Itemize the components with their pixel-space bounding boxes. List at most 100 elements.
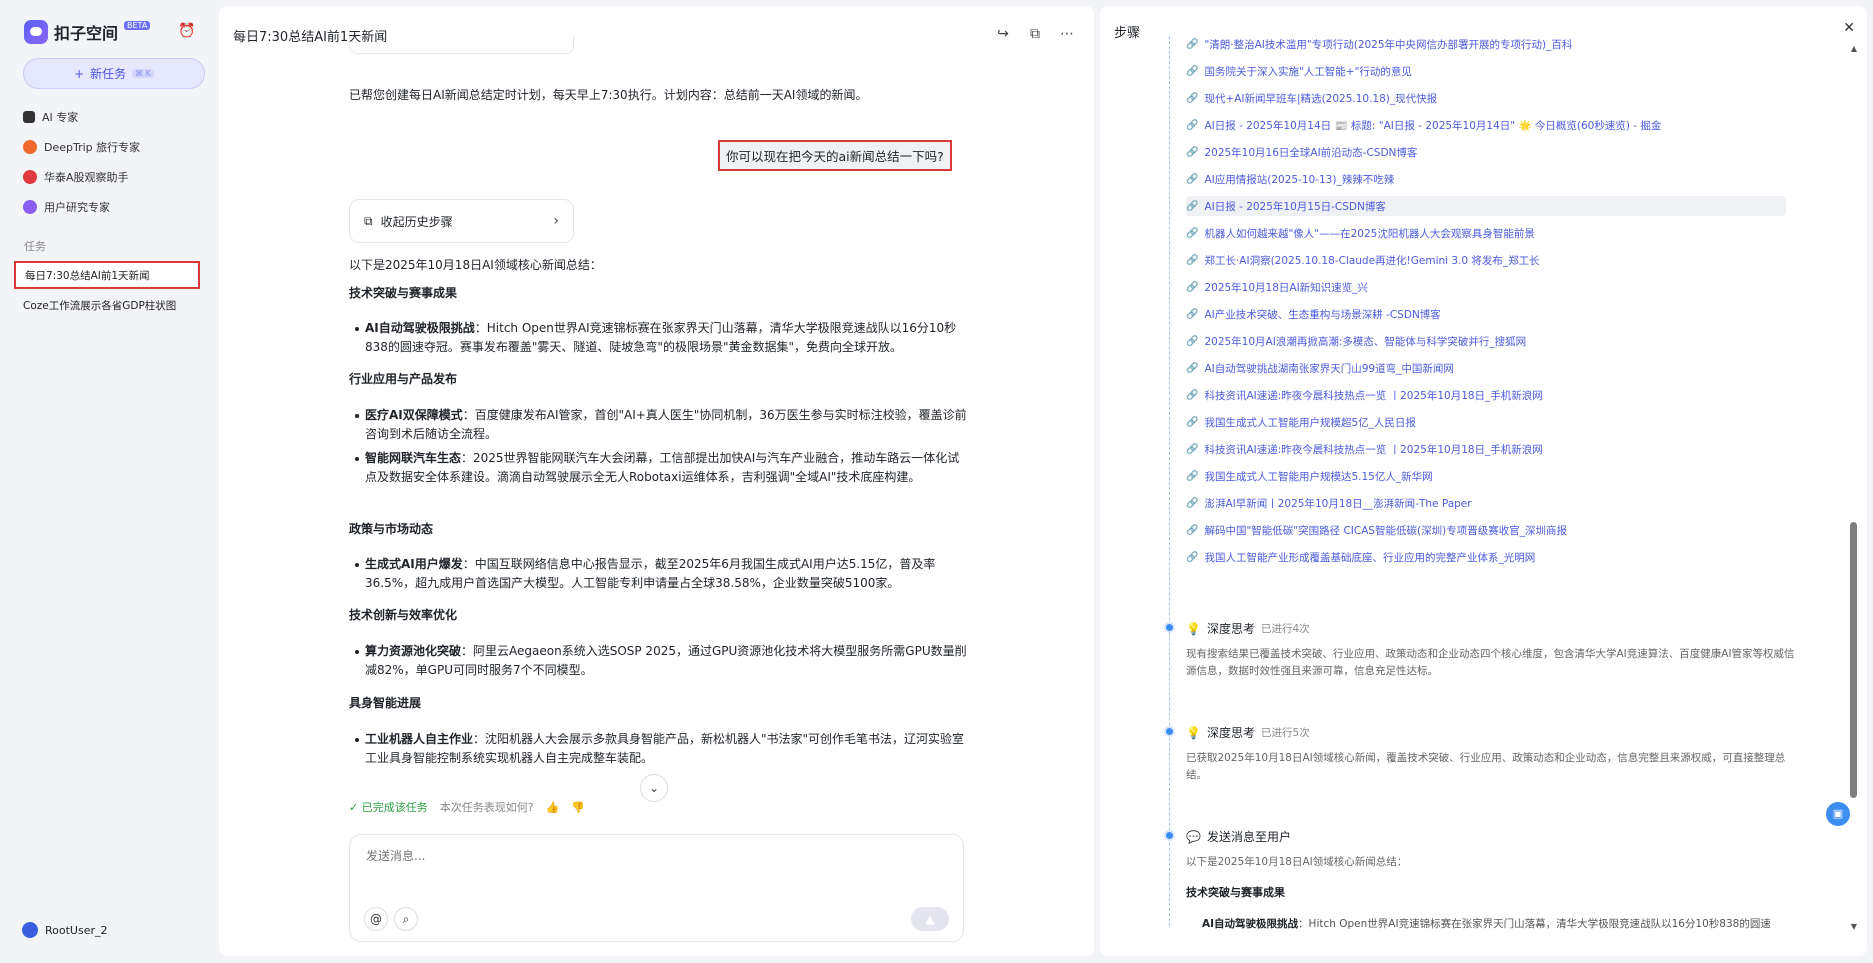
step-header[interactable]: 💡 深度思考 已进行5次 — [1186, 724, 1310, 741]
source-link[interactable]: 🔗 AI应用情报站(2025-10-13)_辣辣不吃辣 — [1186, 169, 1786, 189]
step-header[interactable]: 💡 深度思考 已进行4次 — [1186, 620, 1310, 637]
step-meta: 已进行5次 — [1260, 727, 1310, 739]
section-heading: 政策与市场动态 — [349, 522, 434, 536]
more-icon[interactable]: ⋯ — [1058, 26, 1076, 42]
source-link-label: 我国人工智能产业形成覆盖基础底座、行业应用的完整产业体系_光明网 — [1204, 551, 1536, 564]
message-input[interactable] — [366, 849, 926, 863]
summary-intro: 以下是2025年10月18日AI领域核心新闻总结： — [349, 258, 602, 272]
task-item[interactable]: Coze工作流展示各省GDP柱状图 — [14, 291, 200, 319]
source-link[interactable]: 🔗 解码中国"智能低碳"突围路径 CICAS智能低碳(深圳)专项晋级赛收官_深圳商… — [1186, 520, 1786, 540]
step-text: 已获取2025年10月18日AI领域核心新闻，覆盖技术突破、行业应用、政策动态和… — [1186, 752, 1786, 781]
source-link[interactable]: 🔗 机器人如何越来越"像人"——在2025沈阳机器人大会观察具身智能前景 — [1186, 223, 1786, 243]
link-icon: 🔗 — [1186, 308, 1199, 320]
source-link[interactable]: 🔗 我国生成式人工智能用户规模达5.15亿人_新华网 — [1186, 466, 1786, 486]
alarm-clock-icon[interactable]: ⏰ — [178, 22, 196, 40]
source-link[interactable]: 🔗 国务院关于深入实施"人工智能+"行动的意见 — [1186, 61, 1786, 81]
link-icon: 🔗 — [1186, 146, 1199, 158]
sidebar-item-label: 用户研究专家 — [44, 201, 110, 214]
mention-icon[interactable]: @ — [364, 907, 388, 931]
previous-card — [349, 36, 574, 54]
scroll-down-button[interactable]: ⌄ — [640, 774, 668, 802]
collapse-history-button[interactable]: ⧉ 收起历史步骤 › — [349, 199, 574, 243]
link-icon: 🔗 — [1186, 362, 1199, 374]
list-item: 智能网联汽车生态：2025世界智能网联汽车大会闭幕，工信部提出加快AI与汽车产业… — [355, 449, 970, 487]
message-composer: @ ⌕ ▲ — [349, 834, 964, 942]
ai-expert-icon — [23, 111, 35, 123]
thumbs-up-icon[interactable]: 👍 — [546, 801, 560, 814]
list-item: 工业机器人自主作业：沈阳机器人大会展示多款具身智能产品，新松机器人"书法家"可创… — [355, 730, 970, 768]
brand-name: 扣子空间 — [54, 24, 119, 43]
send-button[interactable]: ▲ — [911, 907, 949, 931]
source-link[interactable]: 🔗 我国人工智能产业形成覆盖基础底座、行业应用的完整产业体系_光明网 — [1186, 547, 1786, 567]
source-link-label: AI日报 - 2025年10月14日 📰 标题: "AI日报 - 2025年10… — [1204, 119, 1662, 132]
shortcut-badge: ⌘ K — [132, 69, 154, 78]
item-title: AI自动驾驶极限挑战 — [365, 321, 475, 335]
thumbs-down-icon[interactable]: 👎 — [571, 801, 585, 814]
sidebar-item-label: 华泰A股观察助手 — [44, 171, 129, 184]
source-link-label: 2025年10月18日AI新知识速览_兴 — [1204, 281, 1368, 294]
link-icon: 🔗 — [1186, 335, 1199, 347]
link-icon: 🔗 — [1186, 443, 1199, 455]
source-link[interactable]: 🔗 2025年10月AI浪潮再掀高潮:多模态、智能体与科学突破并行_搜狐网 — [1186, 331, 1786, 351]
link-icon: 🔗 — [1186, 254, 1199, 266]
scrollbar-thumb[interactable] — [1850, 522, 1857, 798]
step-title: 深度思考 — [1206, 622, 1255, 636]
step-title: 发送消息至用户 — [1206, 830, 1291, 844]
user-message: 你可以现在把今天的ai新闻总结一下吗? — [718, 140, 952, 171]
brand[interactable]: 扣子空间 BETA — [24, 20, 151, 44]
share-icon[interactable]: ↪ — [994, 26, 1012, 42]
attachment-icon[interactable]: ⌕ — [394, 907, 418, 931]
scroll-down-arrow[interactable]: ▼ — [1851, 922, 1857, 931]
user-profile[interactable]: RootUser_2 — [22, 922, 108, 938]
new-task-button[interactable]: + 新任务 ⌘ K — [23, 58, 205, 89]
list-item: AI自动驾驶极限挑战：Hitch Open世界AI竞速锦标赛在张家界天门山落幕，… — [1202, 916, 1802, 931]
section-heading: 具身智能进展 — [349, 696, 422, 710]
workflow-icon[interactable]: ⧉ — [1026, 26, 1044, 42]
sidebar-item-ai-expert[interactable]: AI 专家 — [23, 106, 78, 128]
close-icon[interactable]: ✕ — [1843, 20, 1855, 36]
source-link[interactable]: 🔗 AI日报 - 2025年10月14日 📰 标题: "AI日报 - 2025年1… — [1186, 115, 1786, 135]
task-item-active[interactable]: 每日7:30总结AI前1天新闻 — [14, 261, 200, 289]
sidebar-item-huatai[interactable]: 华泰A股观察助手 — [23, 166, 129, 188]
source-link[interactable]: 🔗 "清朗·整治AI技术滥用"专项行动(2025年中央网信办部署开展的专项行动)_… — [1186, 34, 1786, 54]
timeline-dot — [1164, 622, 1175, 633]
timeline-dot — [1164, 726, 1175, 737]
source-link-label: 我国生成式人工智能用户规模超5亿_人民日报 — [1204, 416, 1416, 429]
source-link[interactable]: 🔗 我国生成式人工智能用户规模超5亿_人民日报 — [1186, 412, 1786, 432]
source-link[interactable]: 🔗 郑工长·AI洞察(2025.10.18-Claude再进化!Gemini 3.… — [1186, 250, 1786, 270]
link-icon: 🔗 — [1186, 470, 1199, 482]
task-status-row: ✓ 已完成该任务 本次任务表现如何? 👍 👎 — [349, 799, 585, 815]
source-link[interactable]: 🔗 科技资讯AI速递:昨夜今晨科技热点一览 丨2025年10月18日_手机新浪网 — [1186, 385, 1786, 405]
deeptrip-icon — [23, 140, 37, 154]
tasks-section-label: 任务 — [24, 240, 46, 253]
source-link[interactable]: 🔗 AI产业技术突破、生态重构与场景深耕 -CSDN博客 — [1186, 304, 1786, 324]
source-link[interactable]: 🔗 科技资讯AI速递:昨夜今晨科技热点一览 丨2025年10月18日_手机新浪网 — [1186, 439, 1786, 459]
chat-icon: ▣ — [1832, 807, 1844, 820]
source-link[interactable]: 🔗 现代+AI新闻早班车|精选(2025.10.18)_现代快报 — [1186, 88, 1786, 108]
panel-title: 步骤 — [1114, 26, 1141, 41]
source-link-label: 现代+AI新闻早班车|精选(2025.10.18)_现代快报 — [1204, 92, 1438, 105]
beta-badge: BETA — [124, 20, 151, 30]
source-link[interactable]: 🔗 AI自动驾驶挑战湖南张家界天门山99道弯_中国新闻网 — [1186, 358, 1786, 378]
feedback-prompt: 本次任务表现如何? — [439, 801, 534, 814]
source-link[interactable]: 🔗 2025年10月18日AI新知识速览_兴 — [1186, 277, 1786, 297]
step-header[interactable]: 💬 发送消息至用户 — [1186, 828, 1291, 845]
source-link-label: 2025年10月AI浪潮再掀高潮:多模态、智能体与科学突破并行_搜狐网 — [1204, 335, 1527, 348]
chevron-down-icon: ⌄ — [648, 781, 660, 795]
source-link-highlighted[interactable]: 🔗 AI日报 - 2025年10月15日-CSDN博客 — [1186, 196, 1786, 216]
sidebar-item-deeptrip[interactable]: DeepTrip 旅行专家 — [23, 136, 140, 158]
item-title: 智能网联汽车生态 — [365, 451, 462, 465]
sidebar-item-user-research[interactable]: 用户研究专家 — [23, 196, 110, 218]
scroll-up-arrow[interactable]: ▲ — [1851, 44, 1857, 53]
list-item: 生成式AI用户爆发：中国互联网络信息中心报告显示，截至2025年6月我国生成式A… — [355, 555, 970, 593]
history-icon: ⧉ — [364, 213, 373, 228]
username: RootUser_2 — [45, 923, 108, 937]
sidebar-item-label: AI 专家 — [42, 111, 79, 124]
source-link[interactable]: 🔗 澎湃AI早新闻丨2025年10月18日__澎湃新闻-The Paper — [1186, 493, 1786, 513]
source-link-label: 澎湃AI早新闻丨2025年10月18日__澎湃新闻-The Paper — [1204, 497, 1472, 510]
link-icon: 🔗 — [1186, 416, 1199, 428]
item-title: 工业机器人自主作业 — [365, 732, 474, 746]
chat-float-button[interactable]: ▣ — [1826, 802, 1850, 826]
source-link[interactable]: 🔗 2025年10月16日全球AI前沿动态-CSDN博客 — [1186, 142, 1786, 162]
item-title: 医疗AI双保障模式 — [365, 408, 463, 422]
